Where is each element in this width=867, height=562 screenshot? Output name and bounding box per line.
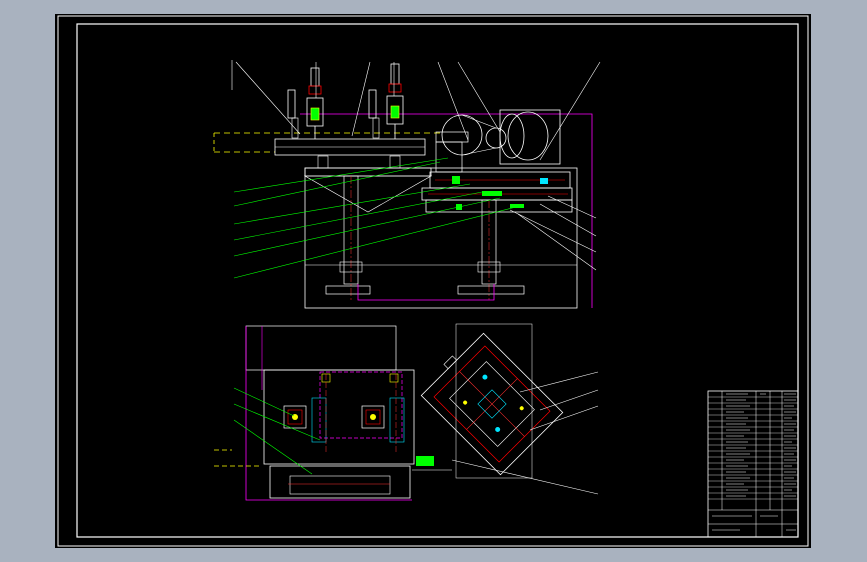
connector (416, 456, 434, 466)
drawing-sheet (55, 14, 811, 548)
slide-part (510, 204, 524, 208)
slide-part (482, 191, 502, 196)
slide-part (452, 176, 460, 184)
cad-viewer (0, 0, 867, 562)
slide-part (540, 178, 548, 184)
sheet-background (55, 14, 811, 548)
